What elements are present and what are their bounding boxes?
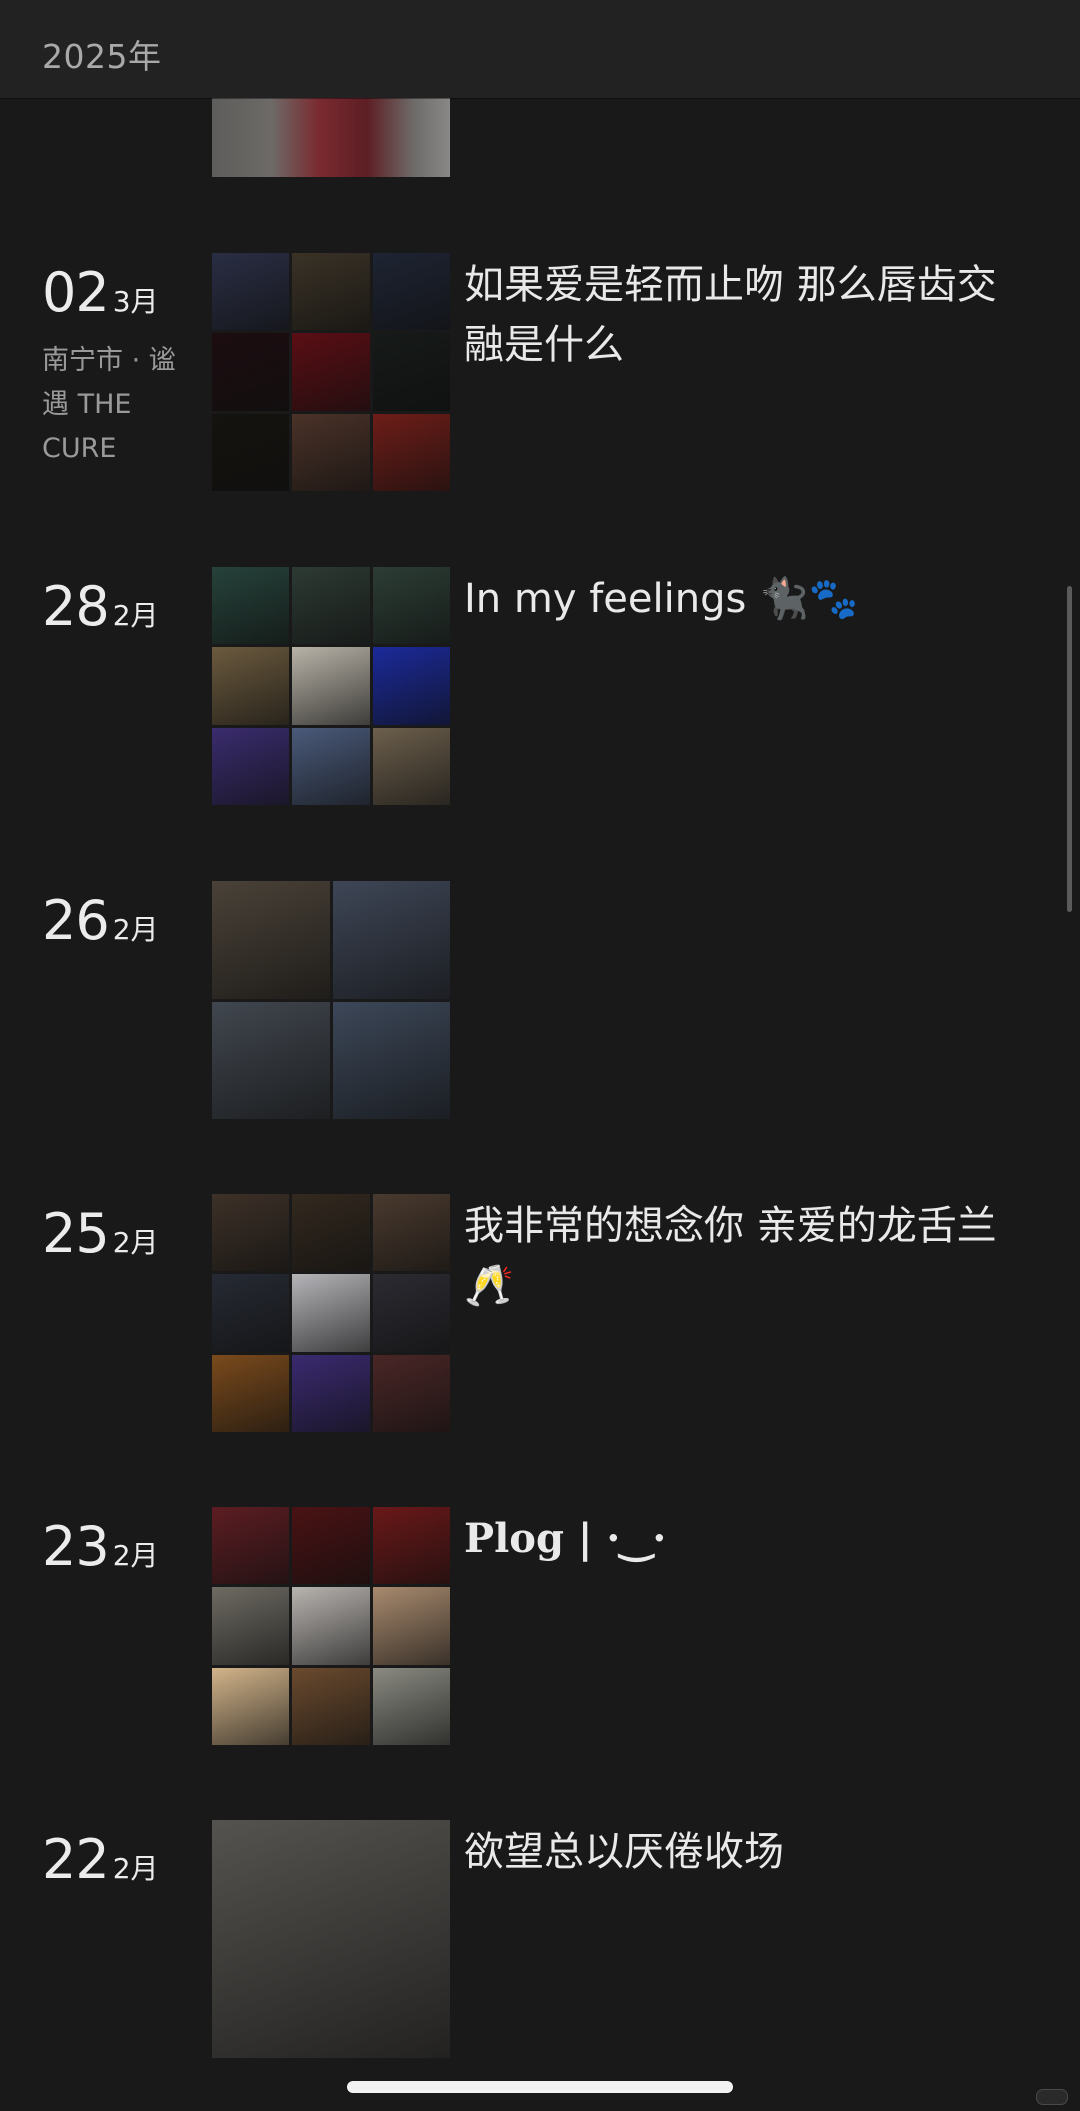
- entry-month: 2月: [112, 913, 159, 946]
- photo-grid[interactable]: [212, 1194, 450, 1432]
- entry-location[interactable]: 南宁市 · 谧遇 THE CURE: [42, 339, 192, 471]
- photo-thumbnail[interactable]: [292, 1274, 370, 1352]
- entry-caption[interactable]: 如果爱是轻而止吻 那么唇齿交融是什么: [464, 255, 1024, 375]
- photo-thumbnail[interactable]: [212, 333, 290, 411]
- entry-day: 25: [42, 1202, 110, 1265]
- photo-thumbnail[interactable]: [372, 1507, 450, 1585]
- photo-thumbnail[interactable]: [292, 1354, 370, 1432]
- entry-date: 02 3月: [42, 261, 159, 324]
- photo-thumbnail[interactable]: [292, 333, 370, 411]
- photo-thumbnail[interactable]: [292, 1507, 370, 1585]
- photo-thumbnail[interactable]: [212, 647, 290, 725]
- photo-thumbnail[interactable]: [212, 881, 330, 999]
- photo-grid[interactable]: [212, 881, 450, 1119]
- photo-thumbnail[interactable]: [372, 253, 450, 331]
- photo-thumbnail[interactable]: [212, 413, 290, 491]
- watermark-badge: [1036, 2089, 1068, 2105]
- photo-thumbnail[interactable]: [372, 1667, 450, 1745]
- entry-month: 2月: [112, 1539, 159, 1572]
- entry-day: 26: [42, 889, 110, 952]
- photo-grid[interactable]: [212, 1820, 450, 2058]
- photo-thumbnail[interactable]: [292, 1667, 370, 1745]
- photo-thumbnail[interactable]: [292, 413, 370, 491]
- photo-thumbnail[interactable]: [372, 727, 450, 805]
- photo-thumbnail[interactable]: [292, 253, 370, 331]
- photo-grid[interactable]: [212, 253, 450, 491]
- photo-thumbnail[interactable]: [372, 1274, 450, 1352]
- photo-thumbnail[interactable]: [372, 647, 450, 725]
- entry-caption[interactable]: 我非常的想念你 亲爱的龙舌兰🥂: [464, 1196, 1024, 1316]
- photo-thumbnail[interactable]: [212, 1354, 290, 1432]
- entry-day: 28: [42, 575, 110, 638]
- photo-thumbnail[interactable]: [212, 1820, 450, 2058]
- home-indicator[interactable]: [347, 2081, 733, 2093]
- entry-date: 26 2月: [42, 889, 159, 952]
- photo-thumbnail[interactable]: [212, 727, 290, 805]
- entry-day: 22: [42, 1828, 110, 1891]
- photo-thumbnail[interactable]: [292, 567, 370, 645]
- year-label: 2025年: [42, 37, 162, 76]
- entry-caption[interactable]: Plog | ·‿·: [464, 1509, 1024, 1569]
- photo-thumbnail[interactable]: [212, 567, 290, 645]
- photo-thumbnail[interactable]: [212, 1001, 330, 1119]
- scrollbar[interactable]: [1067, 586, 1072, 912]
- entry-month: 3月: [112, 285, 159, 318]
- photo-thumbnail[interactable]: [212, 1587, 290, 1665]
- year-header: 2025年: [0, 0, 1080, 98]
- photo-thumbnail[interactable]: [372, 333, 450, 411]
- entry-month: 2月: [112, 1852, 159, 1885]
- entry-day: 23: [42, 1515, 110, 1578]
- photo-thumbnail[interactable]: [212, 1274, 290, 1352]
- photo-thumbnail[interactable]: [292, 647, 370, 725]
- entry-day: 02: [42, 261, 110, 324]
- photo-thumbnail[interactable]: [292, 1587, 370, 1665]
- entry-caption[interactable]: 欲望总以厌倦收场: [464, 1822, 1024, 1882]
- photo-grid[interactable]: [212, 567, 450, 805]
- entry-date: 23 2月: [42, 1515, 159, 1578]
- entry-date: 22 2月: [42, 1828, 159, 1891]
- photo-thumbnail[interactable]: [212, 1667, 290, 1745]
- photo-thumbnail[interactable]: [372, 1587, 450, 1665]
- photo-thumbnail[interactable]: [212, 253, 290, 331]
- photo-thumbnail[interactable]: [372, 567, 450, 645]
- photo-thumbnail[interactable]: [292, 1194, 370, 1272]
- photo-thumbnail[interactable]: [212, 1507, 290, 1585]
- photo-thumbnail[interactable]: [292, 727, 370, 805]
- photo-thumbnail[interactable]: [332, 1001, 450, 1119]
- photo-thumbnail[interactable]: [212, 98, 450, 177]
- entry-month: 2月: [112, 599, 159, 632]
- photo-thumbnail[interactable]: [332, 881, 450, 999]
- photo-thumbnail[interactable]: [372, 1194, 450, 1272]
- entry-caption[interactable]: In my feelings 🐈‍⬛🐾: [464, 569, 1024, 629]
- entry-date: 25 2月: [42, 1202, 159, 1265]
- photo-thumbnail[interactable]: [372, 1354, 450, 1432]
- entry-month: 2月: [112, 1226, 159, 1259]
- photo-grid[interactable]: [212, 1507, 450, 1745]
- photo-thumbnail[interactable]: [212, 1194, 290, 1272]
- photo-thumbnail[interactable]: [372, 413, 450, 491]
- entry-date: 28 2月: [42, 575, 159, 638]
